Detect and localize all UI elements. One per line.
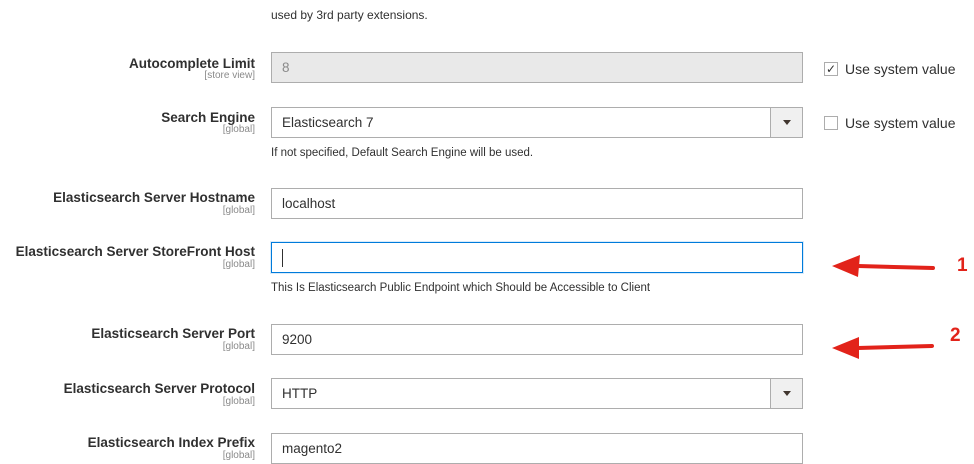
checkbox-unchecked-icon[interactable] (824, 116, 838, 130)
search-engine-value: Elasticsearch 7 (282, 115, 374, 130)
es-port-scope: [global] (222, 341, 255, 352)
search-engine-dropdown-button[interactable] (770, 108, 802, 137)
es-storefront-host-scope: [global] (222, 259, 255, 270)
es-index-prefix-label: Elasticsearch Index Prefix (87, 435, 255, 450)
es-protocol-label: Elasticsearch Server Protocol (63, 381, 255, 396)
es-hostname-input[interactable]: localhost (271, 188, 803, 219)
search-engine-use-system[interactable]: Use system value (824, 115, 955, 131)
text-caret (282, 249, 283, 267)
arrow-left-icon (832, 337, 934, 359)
es-hostname-label: Elasticsearch Server Hostname (53, 190, 255, 205)
es-protocol-value: HTTP (282, 386, 318, 401)
es-protocol-scope: [global] (222, 396, 255, 407)
search-engine-select[interactable]: Elasticsearch 7 (271, 107, 803, 138)
es-storefront-host-note: This Is Elasticsearch Public Endpoint wh… (271, 282, 651, 294)
autocomplete-use-system[interactable]: ✓ Use system value (824, 61, 955, 77)
autocomplete-limit-scope: [store view] (204, 70, 255, 81)
chevron-down-icon (782, 391, 791, 396)
top-note: used by 3rd party extensions. (271, 8, 428, 22)
es-index-prefix-input[interactable]: magento2 (271, 433, 803, 464)
autocomplete-limit-input[interactable]: 8 (271, 52, 803, 83)
es-hostname-scope: [global] (222, 205, 255, 216)
es-port-input[interactable]: 9200 (271, 324, 803, 355)
es-storefront-host-input[interactable] (271, 242, 803, 273)
search-engine-scope: [global] (222, 124, 255, 135)
annotation-marker-2: 2 (950, 325, 961, 346)
es-storefront-host-label: Elasticsearch Server StoreFront Host (15, 244, 255, 259)
arrow-left-icon (832, 255, 935, 277)
es-index-prefix-scope: [global] (222, 450, 255, 461)
es-protocol-dropdown-button[interactable] (770, 379, 802, 408)
checkbox-checked-icon[interactable]: ✓ (824, 62, 838, 76)
es-protocol-select[interactable]: HTTP (271, 378, 803, 409)
chevron-down-icon (782, 120, 791, 125)
annotation-marker-1: 1 (957, 255, 968, 276)
es-port-label: Elasticsearch Server Port (91, 326, 255, 341)
use-system-label: Use system value (845, 115, 956, 131)
use-system-label: Use system value (845, 61, 956, 77)
search-engine-note: If not specified, Default Search Engine … (271, 147, 534, 159)
